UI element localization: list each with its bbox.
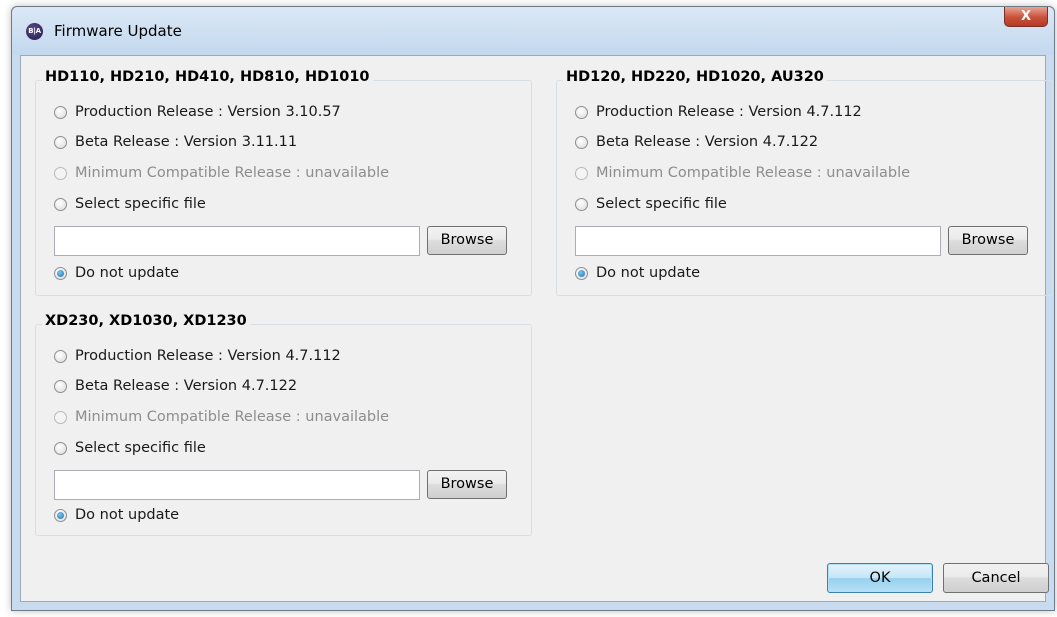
option-label: Production Release : Version 4.7.112 bbox=[596, 104, 862, 120]
radio-button[interactable] bbox=[54, 266, 67, 280]
beta-release-radio[interactable]: Beta Release : Version 4.7.122 bbox=[54, 375, 297, 397]
option-label: Minimum Compatible Release : unavailable bbox=[596, 165, 911, 181]
ok-button[interactable]: OK bbox=[827, 563, 933, 593]
do-not-update-radio[interactable]: Do not update bbox=[54, 262, 179, 284]
app-icon: B|A bbox=[26, 23, 43, 40]
file-path-input[interactable] bbox=[575, 226, 941, 256]
radio-button bbox=[575, 166, 588, 180]
browse-button[interactable]: Browse bbox=[948, 226, 1028, 255]
select-specific-file-radio[interactable]: Select specific file bbox=[54, 437, 206, 459]
option-label: Minimum Compatible Release : unavailable bbox=[75, 165, 390, 181]
radio-button[interactable] bbox=[575, 266, 588, 280]
option-label: Select specific file bbox=[75, 196, 206, 212]
browse-button[interactable]: Browse bbox=[427, 470, 507, 499]
do-not-update-radio[interactable]: Do not update bbox=[575, 262, 700, 284]
file-path-input[interactable] bbox=[54, 226, 420, 256]
window-title: Firmware Update bbox=[54, 22, 182, 40]
beta-release-radio[interactable]: Beta Release : Version 4.7.122 bbox=[575, 131, 818, 153]
radio-button[interactable] bbox=[575, 197, 588, 211]
cancel-button[interactable]: Cancel bbox=[943, 563, 1049, 593]
option-label: Select specific file bbox=[596, 196, 727, 212]
radio-button bbox=[54, 410, 67, 424]
group-hd-20-series: HD120, HD220, HD1020, AU320 Production R… bbox=[556, 69, 1053, 296]
radio-button[interactable] bbox=[54, 105, 67, 119]
radio-button[interactable] bbox=[54, 508, 67, 522]
select-specific-file-radio[interactable]: Select specific file bbox=[575, 193, 727, 215]
option-label: Production Release : Version 3.10.57 bbox=[75, 104, 341, 120]
select-specific-file-radio[interactable]: Select specific file bbox=[54, 193, 206, 215]
radio-button[interactable] bbox=[575, 105, 588, 119]
option-label: Do not update bbox=[596, 265, 701, 281]
radio-button[interactable] bbox=[54, 441, 67, 455]
group-xd-series: XD230, XD1030, XD1230 Production Release… bbox=[35, 313, 532, 536]
title-bar[interactable]: B|A Firmware Update X bbox=[12, 7, 1054, 55]
browse-button[interactable]: Browse bbox=[427, 226, 507, 255]
radio-button[interactable] bbox=[575, 135, 588, 149]
firmware-update-dialog: B|A Firmware Update X HD110, HD210, HD41… bbox=[11, 6, 1055, 611]
group-hd-10-series: HD110, HD210, HD410, HD810, HD1010 Produ… bbox=[35, 69, 532, 296]
option-label: Do not update bbox=[75, 265, 180, 281]
option-label: Beta Release : Version 3.11.11 bbox=[75, 134, 298, 150]
dialog-body: HD110, HD210, HD410, HD810, HD1010 Produ… bbox=[20, 55, 1053, 602]
option-label: Do not update bbox=[75, 507, 180, 523]
option-label: Beta Release : Version 4.7.122 bbox=[75, 378, 298, 394]
minimum-compatible-release-radio: Minimum Compatible Release : unavailable bbox=[54, 406, 389, 428]
option-label: Minimum Compatible Release : unavailable bbox=[75, 409, 390, 425]
file-path-input[interactable] bbox=[54, 470, 420, 500]
radio-button[interactable] bbox=[54, 197, 67, 211]
radio-button[interactable] bbox=[54, 135, 67, 149]
option-label: Beta Release : Version 4.7.122 bbox=[596, 134, 819, 150]
option-label: Production Release : Version 4.7.112 bbox=[75, 348, 341, 364]
do-not-update-radio[interactable]: Do not update bbox=[54, 504, 179, 526]
radio-button bbox=[54, 166, 67, 180]
group-title: XD230, XD1030, XD1230 bbox=[42, 313, 250, 329]
close-button[interactable]: X bbox=[1004, 7, 1048, 27]
group-title: HD110, HD210, HD410, HD810, HD1010 bbox=[42, 69, 373, 85]
beta-release-radio[interactable]: Beta Release : Version 3.11.11 bbox=[54, 131, 297, 153]
close-icon: X bbox=[1020, 9, 1032, 24]
production-release-radio[interactable]: Production Release : Version 4.7.112 bbox=[54, 345, 341, 367]
group-title: HD120, HD220, HD1020, AU320 bbox=[563, 69, 827, 85]
minimum-compatible-release-radio: Minimum Compatible Release : unavailable bbox=[54, 162, 389, 184]
production-release-radio[interactable]: Production Release : Version 4.7.112 bbox=[575, 101, 862, 123]
radio-button[interactable] bbox=[54, 349, 67, 363]
option-label: Select specific file bbox=[75, 440, 206, 456]
minimum-compatible-release-radio: Minimum Compatible Release : unavailable bbox=[575, 162, 910, 184]
radio-button[interactable] bbox=[54, 379, 67, 393]
production-release-radio[interactable]: Production Release : Version 3.10.57 bbox=[54, 101, 341, 123]
